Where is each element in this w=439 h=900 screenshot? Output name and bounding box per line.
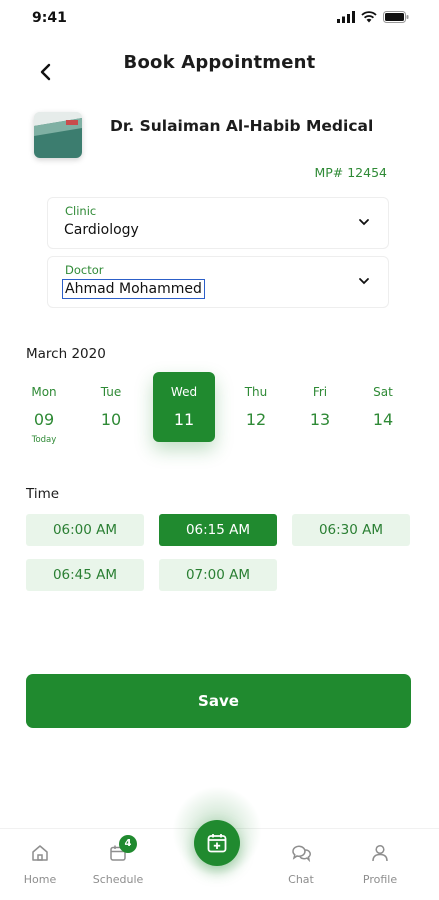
page-title: Book Appointment: [123, 52, 316, 73]
time-slot[interactable]: 06:30 AM: [292, 514, 410, 546]
day-name: Wed: [170, 385, 198, 399]
provider-mp-number: MP# 12454: [314, 165, 387, 180]
time-slot-selected[interactable]: 06:15 AM: [159, 514, 277, 546]
nav-schedule[interactable]: 4 Schedule: [83, 835, 153, 886]
nav-home-label: Home: [23, 873, 57, 886]
time-heading: Time: [26, 486, 60, 502]
doctor-label: Doctor: [65, 263, 104, 277]
nav-profile-label: Profile: [362, 873, 398, 886]
nav-profile[interactable]: Profile: [345, 839, 415, 886]
day-selector: Mon 09 Today Tue 10 Wed 11 Thu 12 Fri 13…: [13, 372, 426, 452]
nav-chat-label: Chat: [288, 873, 314, 886]
day-number: 14: [372, 410, 394, 429]
time-slot[interactable]: 06:00 AM: [26, 514, 144, 546]
day-number: 10: [100, 410, 122, 429]
chevron-down-icon: [359, 278, 369, 285]
clinic-label: Clinic: [65, 204, 97, 218]
chat-icon: [292, 845, 311, 862]
day-name: Thu: [244, 385, 268, 399]
day-name: Tue: [100, 385, 122, 399]
calendar-month: March 2020: [26, 346, 106, 362]
day-thu[interactable]: Thu 12: [225, 372, 287, 442]
day-fri[interactable]: Fri 13: [289, 372, 351, 442]
save-button[interactable]: Save: [26, 674, 411, 728]
nav-home[interactable]: Home: [5, 839, 75, 886]
clinic-value: Cardiology: [64, 222, 139, 238]
provider-logo: [34, 112, 82, 158]
status-icons: [337, 11, 409, 23]
battery-icon: [383, 11, 409, 23]
app-screen: 9:41 Book Appointment Dr. Sulaiman Al-Ha…: [0, 0, 439, 900]
day-name: Fri: [312, 385, 328, 399]
status-bar: 9:41: [0, 0, 439, 36]
doctor-select[interactable]: Doctor Ahmad Mohammed: [47, 256, 389, 308]
day-number: 12: [245, 410, 267, 429]
clinic-select[interactable]: Clinic Cardiology: [47, 197, 389, 249]
provider-name: Dr. Sulaiman Al-Habib Medical: [110, 117, 374, 135]
wifi-icon: [361, 11, 377, 23]
hospital-image-icon: [34, 112, 82, 158]
day-tue[interactable]: Tue 10: [80, 372, 142, 442]
day-number: 11: [173, 410, 195, 429]
time-slot[interactable]: 06:45 AM: [26, 559, 144, 591]
day-name: Sat: [373, 385, 393, 399]
day-number: 13: [309, 410, 331, 429]
day-name: Mon: [31, 385, 57, 399]
user-icon: [372, 844, 388, 862]
signal-icon: [337, 11, 355, 23]
today-label: Today: [31, 435, 57, 445]
day-sat[interactable]: Sat 14: [352, 372, 414, 442]
status-time: 9:41: [32, 10, 67, 26]
nav-chat[interactable]: Chat: [266, 839, 336, 886]
day-wed[interactable]: Wed 11: [153, 372, 215, 442]
doctor-value[interactable]: Ahmad Mohammed: [62, 279, 205, 299]
time-slot[interactable]: 07:00 AM: [159, 559, 277, 591]
calendar-plus-icon: [207, 834, 227, 853]
chevron-down-icon: [359, 219, 369, 226]
day-mon[interactable]: Mon 09 Today: [13, 372, 75, 445]
home-icon: [32, 845, 48, 861]
add-appointment-button[interactable]: [194, 820, 240, 866]
nav-schedule-label: Schedule: [92, 873, 144, 886]
schedule-badge: 4: [119, 835, 137, 853]
day-number: 09: [33, 410, 55, 429]
